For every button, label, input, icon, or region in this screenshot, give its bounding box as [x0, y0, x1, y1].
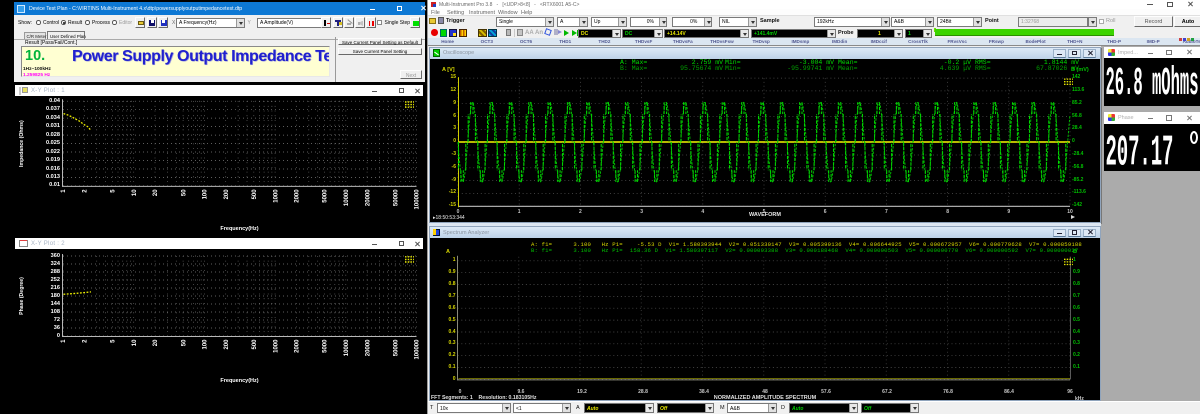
svg-text:200: 200 [224, 339, 230, 350]
svg-text:1: 1 [61, 189, 67, 193]
svg-text:50: 50 [181, 189, 187, 196]
svg-text:20000: 20000 [365, 339, 371, 356]
svg-text:50: 50 [181, 339, 187, 346]
svg-text:2000: 2000 [295, 189, 301, 203]
svg-text:20: 20 [153, 189, 159, 196]
svg-text:100: 100 [203, 189, 209, 200]
svg-text:500: 500 [252, 339, 258, 350]
svg-text:20: 20 [153, 339, 159, 346]
svg-text:50000: 50000 [393, 189, 399, 206]
svg-text:5000: 5000 [323, 339, 329, 353]
svg-text:2: 2 [83, 339, 89, 343]
svg-text:200: 200 [224, 189, 230, 200]
svg-text:10000: 10000 [344, 339, 350, 356]
svg-text:10: 10 [132, 339, 138, 346]
svg-text:1000: 1000 [273, 189, 279, 203]
svg-text:5000: 5000 [323, 189, 329, 203]
svg-text:1: 1 [61, 339, 67, 343]
svg-text:1000: 1000 [273, 339, 279, 353]
svg-text:100000: 100000 [415, 189, 421, 210]
svg-text:100: 100 [203, 339, 209, 350]
svg-text:100000: 100000 [415, 339, 421, 360]
svg-text:5: 5 [111, 189, 117, 193]
svg-text:20000: 20000 [365, 189, 371, 206]
svg-text:10: 10 [132, 189, 138, 196]
svg-text:2000: 2000 [295, 339, 301, 353]
svg-text:50000: 50000 [393, 339, 399, 356]
svg-text:5: 5 [111, 339, 117, 343]
svg-text:500: 500 [252, 189, 258, 200]
svg-text:2: 2 [83, 189, 89, 193]
svg-text:10000: 10000 [344, 189, 350, 206]
